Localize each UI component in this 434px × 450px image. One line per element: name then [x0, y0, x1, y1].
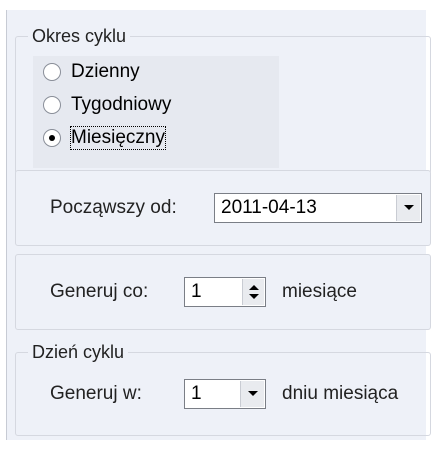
radio-weekly-label: Tygodniowy: [71, 94, 172, 115]
generate-every-label: Generuj co:: [50, 281, 149, 302]
start-date-section: Począwszy od: 2011-04-13: [15, 170, 431, 246]
radio-button-icon[interactable]: [43, 96, 61, 114]
cycle-period-options: Dzienny Tygodniowy Miesięczny: [33, 56, 279, 168]
generate-every-section: Generuj co: 1 miesiące: [15, 254, 431, 330]
radio-weekly[interactable]: Tygodniowy: [43, 91, 171, 119]
radio-button-icon[interactable]: [43, 63, 61, 81]
cycle-day-label: Generuj w:: [50, 383, 142, 404]
generate-every-unit: miesiące: [282, 281, 357, 302]
start-date-combo[interactable]: 2011-04-13: [214, 193, 422, 223]
recurrence-settings-window: Okres cyklu Dzienny Tygodniowy Miesięczn…: [0, 0, 434, 450]
cycle-day-group: Dzień cyklu Generuj w: 1 dniu miesiąca: [15, 341, 431, 436]
cycle-period-legend: Okres cyklu: [28, 25, 131, 47]
generate-every-spinner[interactable]: 1: [184, 277, 266, 307]
cycle-day-unit: dniu miesiąca: [282, 383, 399, 404]
cycle-day-combo[interactable]: 1: [184, 379, 266, 409]
generate-every-value: 1: [191, 281, 202, 302]
start-date-label: Począwszy od:: [50, 197, 177, 218]
settings-panel: Okres cyklu Dzienny Tygodniowy Miesięczn…: [6, 10, 431, 440]
radio-daily-label: Dzienny: [71, 61, 140, 82]
cycle-day-legend: Dzień cyklu: [28, 341, 129, 363]
cycle-day-value: 1: [191, 383, 202, 404]
chevron-down-icon[interactable]: [240, 381, 264, 407]
chevron-down-icon[interactable]: [396, 195, 420, 221]
radio-daily[interactable]: Dzienny: [43, 58, 140, 86]
spin-updown-icon[interactable]: [242, 279, 264, 305]
radio-monthly-label: Miesięczny: [70, 126, 166, 150]
radio-monthly[interactable]: Miesięczny: [43, 124, 166, 152]
radio-button-checked-icon[interactable]: [43, 129, 61, 147]
start-date-value: 2011-04-13: [221, 197, 317, 218]
